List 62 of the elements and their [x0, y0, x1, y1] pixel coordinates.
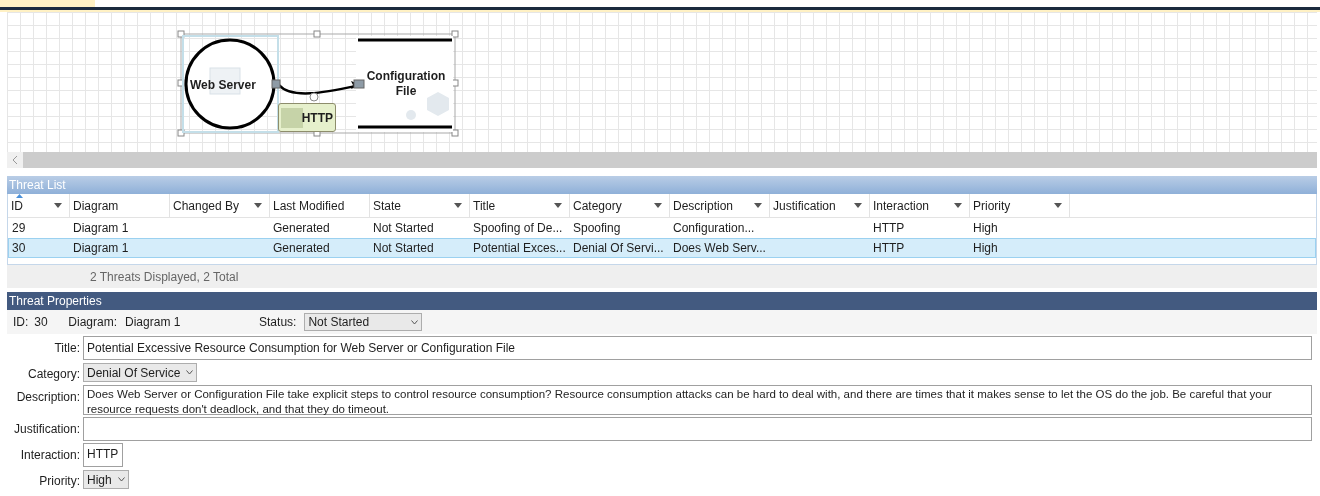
table-cell-text: Diagram 1 — [72, 240, 130, 257]
status-dropdown[interactable]: Not Started — [304, 313, 423, 331]
dropdown[interactable]: Denial Of Service — [83, 363, 198, 382]
chevron-down-icon — [186, 370, 194, 375]
input-field[interactable] — [83, 417, 1312, 441]
column-header[interactable]: Priority — [970, 194, 1070, 217]
dropdown[interactable]: High — [83, 470, 129, 489]
chevron-down-icon — [411, 319, 419, 325]
field-label: Description: — [15, 389, 81, 406]
threat-count: 2 Threats Displayed, 2 Total — [90, 268, 239, 286]
field-label: Title: — [53, 340, 81, 357]
field-label: Category: — [26, 366, 81, 383]
table-cell-text: 30 — [11, 240, 27, 257]
table-row[interactable]: 29 Diagram 1 Generated Not Started Spoofing of De... Spoofing Configuration... HTTP High — [8, 218, 1316, 238]
table-cell-text: HTTP — [872, 220, 906, 237]
table-cell-text: High — [972, 240, 999, 257]
column-header[interactable]: Title — [470, 194, 570, 217]
field-label: Justification: — [12, 421, 81, 438]
column-header[interactable]: Category — [570, 194, 670, 217]
process-label: Web Server — [190, 77, 256, 94]
panel-title: Threat List — [7, 176, 1317, 194]
table-cell-text: Generated — [272, 240, 331, 257]
column-header[interactable]: ID — [8, 194, 70, 217]
column-header[interactable]: Diagram — [70, 194, 170, 217]
table-cell-text: Not Started — [372, 240, 435, 257]
input-field[interactable]: HTTP — [83, 443, 123, 467]
process-node[interactable] — [182, 35, 279, 133]
table-cell-text: Does Web Serv... — [672, 240, 767, 257]
field-label: Priority: — [38, 473, 81, 490]
table-cell-text: Spoofing of De... — [472, 220, 564, 237]
table-cell-text: Generated — [272, 220, 331, 237]
column-header[interactable]: Interaction — [870, 194, 970, 217]
data-store-label: Configuration File — [365, 69, 447, 99]
text-area[interactable]: Does Web Server or Configuration File take explicit steps to control resource consumption? Resource consumption attacks can be hard to deal with, and there are times that it makes sense to let the OS do the job. Be careful that your resource requests don't deadlock, and that they do timeout. — [83, 385, 1312, 415]
table-cell-text: Not Started — [372, 220, 435, 237]
table-cell-text: High — [972, 220, 999, 237]
table-cell-text: Potential Exces... — [472, 240, 567, 257]
table-cell-text: Spoofing — [572, 220, 622, 237]
chevron-down-icon — [117, 477, 125, 482]
status-label: Status: — [259, 314, 297, 331]
table-cell-text: Configuration... — [672, 220, 756, 237]
field-label: Interaction: — [19, 447, 81, 464]
diagram-label: Diagram: — [68, 314, 118, 331]
column-header[interactable]: Changed By — [170, 194, 270, 217]
id-label: ID: — [13, 314, 29, 331]
flow-label[interactable]: HTTP — [278, 103, 336, 132]
column-header[interactable]: State — [370, 194, 470, 217]
table-cell-text: 29 — [11, 220, 27, 237]
table-cell-text: HTTP — [872, 240, 906, 257]
column-header[interactable]: Justification — [770, 194, 870, 217]
column-header[interactable]: Description — [670, 194, 770, 217]
column-header[interactable]: Last Modified — [270, 194, 370, 217]
diagram-value: Diagram 1 — [125, 314, 182, 331]
table-row[interactable]: 30 Diagram 1 Generated Not Started Potential Exces... Denial Of Servi... Does Web Serv... HTTP High — [8, 238, 1316, 258]
data-store-node[interactable] — [356, 36, 453, 132]
input-field[interactable]: Potential Excessive Resource Consumption for Web Server or Configuration File — [83, 336, 1312, 360]
table-cell-text: Diagram 1 — [72, 220, 130, 237]
data-flow-arrow[interactable] — [271, 79, 365, 102]
panel-title: Threat Properties — [7, 292, 1317, 310]
id-value: 30 — [34, 314, 49, 331]
http-icon — [281, 108, 303, 128]
table-cell-text: Denial Of Servi... — [572, 240, 665, 257]
